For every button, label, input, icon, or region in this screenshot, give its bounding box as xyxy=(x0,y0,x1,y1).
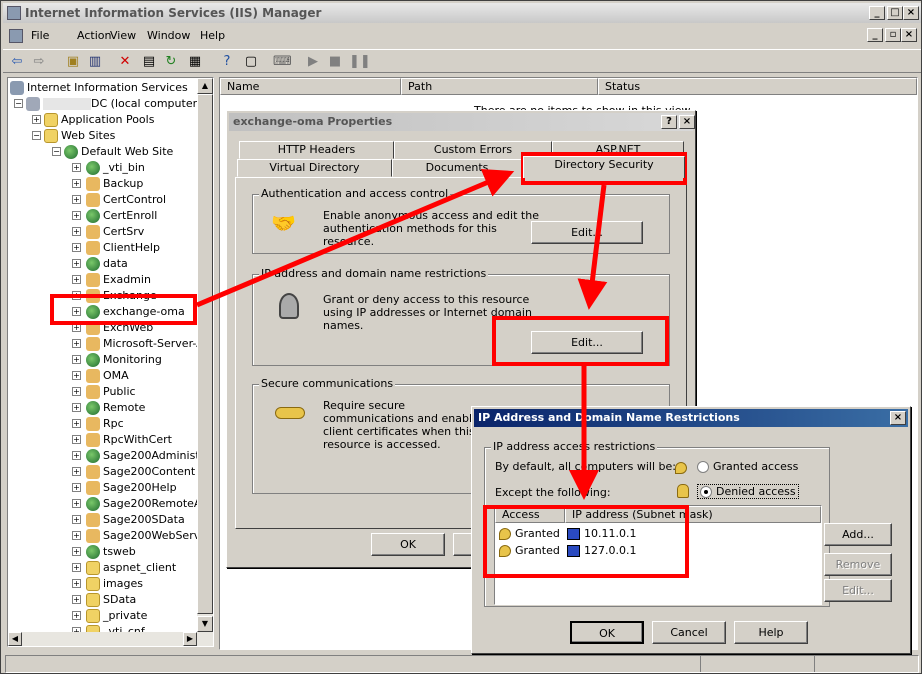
arrow-to-directory-security xyxy=(196,168,515,308)
annotation-arrows xyxy=(196,168,608,500)
arrow-to-edit-button xyxy=(577,184,608,310)
tab-directory-security[interactable]: Directory Security xyxy=(523,156,685,178)
